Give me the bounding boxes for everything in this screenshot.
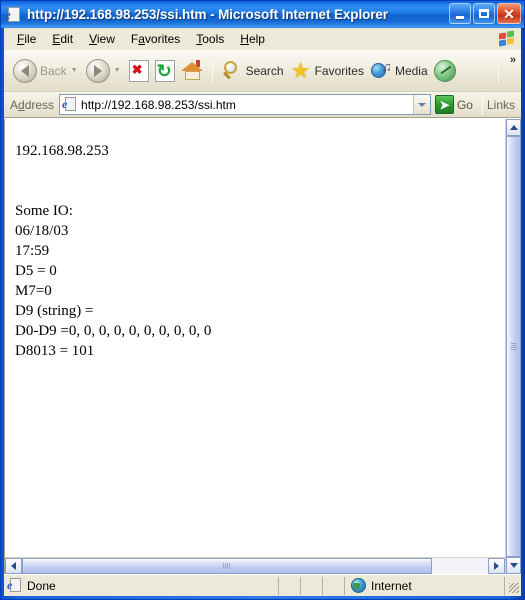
media-button-label: Media [394, 63, 428, 78]
status-message-pane: e Done [4, 576, 279, 595]
back-button[interactable]: Back ▼ [10, 54, 83, 88]
back-button-label: Back [40, 63, 67, 78]
search-button[interactable]: Search [218, 54, 287, 88]
menu-edit[interactable]: Edit [44, 30, 81, 48]
search-button-label: Search [245, 63, 284, 78]
stop-icon [128, 59, 149, 82]
windows-flag-icon [498, 30, 515, 47]
forward-dropdown-icon[interactable]: ▼ [114, 67, 121, 74]
status-pane-spacer [301, 576, 323, 595]
menu-tools[interactable]: Tools [188, 30, 232, 48]
close-button[interactable]: ✕ [497, 3, 521, 24]
window-client-area: File Edit View Favorites Tools Help Back… [4, 28, 521, 596]
page-left-column: 192.168.98.253 Some IO: 06/18/03 17:59 D… [4, 119, 505, 574]
address-separator [481, 94, 483, 115]
page-area: 192.168.98.253 Some IO: 06/18/03 17:59 D… [4, 118, 521, 574]
forward-arrow-icon [85, 58, 110, 83]
media-button[interactable]: ♫ Media [367, 54, 431, 88]
toolbar-overflow-button[interactable]: » [510, 54, 516, 66]
chevron-down-icon [417, 102, 426, 107]
window-title-url: http://192.168.98.253/ssi.htm [27, 7, 207, 22]
menu-favorites[interactable]: Favorites [123, 30, 188, 48]
content-blank-line [15, 161, 505, 181]
home-button[interactable] [178, 54, 207, 88]
scroll-down-button[interactable] [506, 557, 521, 574]
back-arrow-icon [13, 58, 37, 83]
back-dropdown-icon[interactable]: ▼ [71, 67, 78, 74]
page-content: 192.168.98.253 Some IO: 06/18/03 17:59 D… [4, 119, 505, 557]
content-line: D8013 = 101 [15, 343, 95, 359]
address-dropdown-button[interactable] [412, 95, 430, 114]
window-title: http://192.168.98.253/ssi.htm - Microsof… [27, 7, 388, 22]
star-icon: ★ [290, 57, 311, 83]
minimize-button[interactable] [449, 3, 471, 24]
title-bar: e http://192.168.98.253/ssi.htm - Micros… [1, 1, 524, 28]
browser-window: e http://192.168.98.253/ssi.htm - Micros… [0, 0, 525, 600]
go-button-label: Go [456, 97, 473, 112]
favorites-button-label: Favorites [314, 63, 364, 78]
menu-bar: File Edit View Favorites Tools Help [4, 28, 521, 50]
favorites-button[interactable]: ★ Favorites [287, 54, 367, 88]
status-pane-spacer [279, 576, 301, 595]
vertical-scrollbar[interactable] [505, 119, 521, 574]
scroll-right-button[interactable] [488, 558, 505, 574]
content-line: M7=0 [15, 283, 52, 299]
go-button[interactable]: ➤ Go [433, 95, 478, 114]
content-line: 192.168.98.253 [15, 143, 109, 159]
menu-help[interactable]: Help [232, 30, 273, 48]
content-line: D5 = 0 [15, 263, 57, 279]
content-line: Some IO: [15, 203, 73, 219]
scroll-up-button[interactable] [506, 119, 521, 136]
horizontal-scroll-thumb[interactable] [22, 558, 433, 574]
history-button[interactable] [431, 54, 459, 88]
toolbar: Back ▼ ▼ Searc [4, 50, 521, 92]
horizontal-scrollbar[interactable] [4, 557, 505, 574]
scroll-left-button[interactable] [5, 558, 22, 574]
security-zone-label: Internet [371, 578, 412, 593]
toolbar-right-separator [498, 57, 499, 83]
refresh-button[interactable] [152, 54, 178, 88]
menu-file[interactable]: File [9, 30, 44, 48]
status-message: Done [27, 578, 56, 593]
horizontal-scroll-track[interactable] [22, 558, 488, 574]
home-icon [180, 60, 204, 81]
status-pane-spacer [323, 576, 345, 595]
security-zone-pane[interactable]: Internet [345, 576, 505, 595]
window-title-suffix: - Microsoft Internet Explorer [206, 7, 388, 22]
ie-document-icon: e [5, 6, 22, 23]
content-line: D0-D9 =0, 0, 0, 0, 0, 0, 0, 0, 0, 0 [15, 323, 212, 339]
media-globe-icon: ♫ [370, 60, 392, 82]
maximize-button[interactable] [473, 3, 495, 24]
content-line: D9 (string) = [15, 303, 94, 319]
address-bar: Address e http://192.168.98.253/ssi.htm … [4, 92, 521, 118]
address-input[interactable]: e http://192.168.98.253/ssi.htm [59, 94, 431, 115]
stop-button[interactable] [126, 54, 152, 88]
search-icon [221, 60, 243, 82]
content-line: 06/18/03 [15, 223, 69, 239]
content-blank-line [15, 181, 505, 201]
forward-button[interactable]: ▼ [83, 54, 126, 88]
history-clock-icon [433, 59, 456, 82]
toolbar-separator [211, 58, 213, 83]
internet-globe-icon [351, 578, 366, 593]
vertical-scroll-track[interactable] [506, 136, 521, 557]
window-controls: ✕ [449, 3, 521, 24]
status-bar: e Done Internet [4, 574, 521, 596]
ie-document-icon: e [7, 577, 23, 594]
links-button[interactable]: Links [487, 98, 521, 112]
content-line: 17:59 [15, 243, 50, 259]
resize-grip[interactable] [505, 577, 521, 595]
vertical-scroll-thumb[interactable] [506, 136, 521, 557]
address-label: Address [10, 97, 55, 112]
menu-view[interactable]: View [81, 30, 123, 48]
address-input-value: http://192.168.98.253/ssi.htm [81, 97, 236, 112]
ie-document-icon: e [62, 96, 78, 113]
go-arrow-icon: ➤ [434, 95, 454, 114]
refresh-icon [154, 59, 175, 82]
